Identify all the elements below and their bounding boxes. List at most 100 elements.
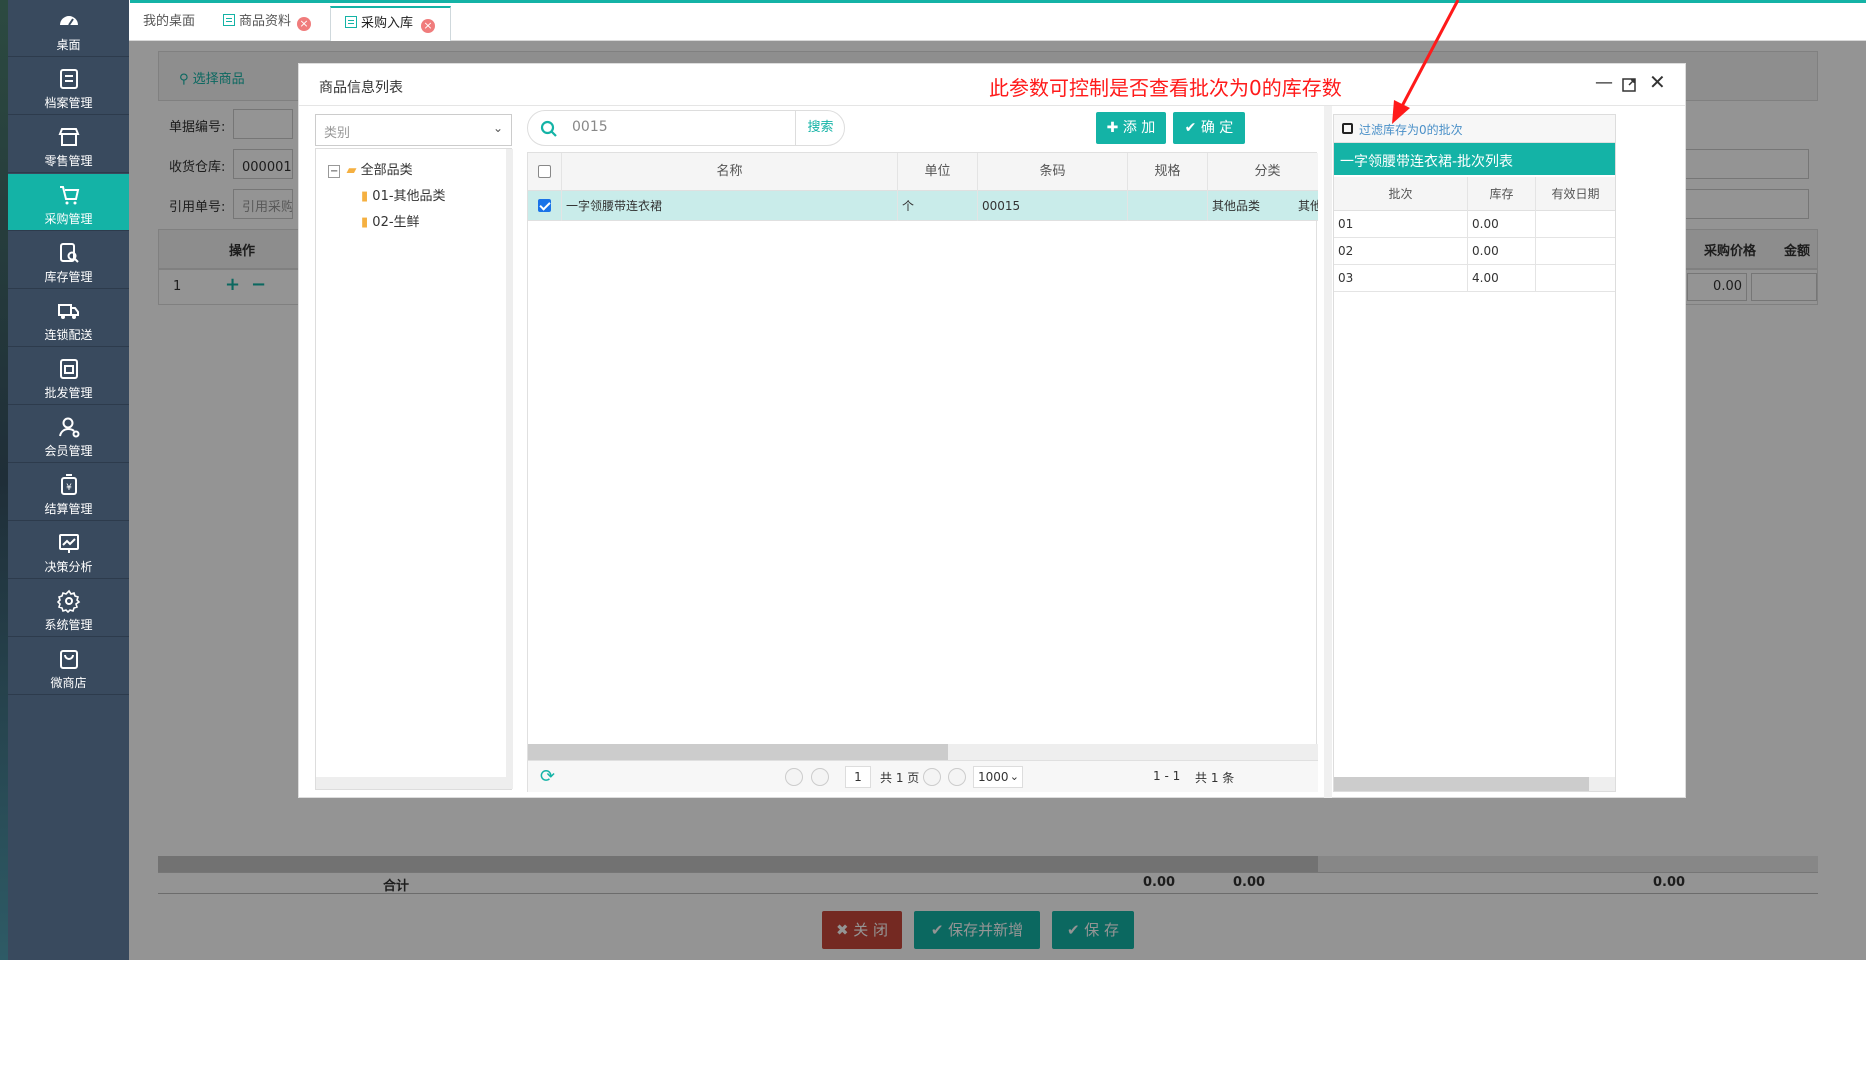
tab-goods-info[interactable]: 商品资料 × [209,6,321,42]
col-barcode[interactable]: 条码 [978,153,1128,191]
last-page-icon[interactable] [948,768,966,786]
row-checkbox-cell [528,191,562,221]
tree-node[interactable]: ▮ 02-生鲜 [361,211,420,230]
search-icon [540,120,557,137]
close-tab-icon[interactable]: × [297,17,311,31]
truck-icon [58,304,79,319]
sidebar-item-distribution[interactable]: 连锁配送 [8,290,129,347]
next-page-icon[interactable] [923,768,941,786]
store-icon [58,128,80,146]
page-input[interactable]: 1 [845,766,871,788]
sidebar-item-inventory[interactable]: 库存管理 [8,232,129,289]
sidebar-item-microshop[interactable]: 微商店 [8,638,129,695]
confirm-button-label: 确 定 [1200,120,1234,136]
filter-zero-checkbox[interactable] [1342,123,1353,134]
wholesale-icon [60,359,78,379]
col-batch[interactable]: 批次 [1334,177,1468,211]
refresh-icon[interactable]: ⟳ [540,766,555,787]
cell-unit: 个 [898,191,978,221]
batch-hscrollbar[interactable] [1334,777,1615,791]
batch-filter-bar: 过滤库存为0的批次 [1334,115,1615,143]
add-button[interactable]: ✚ 添 加 [1096,112,1166,144]
first-page-icon[interactable] [785,768,803,786]
sidebar-item-archive[interactable]: 档案管理 [8,58,129,115]
search-input[interactable]: 0015 [572,119,608,135]
panel-splitter[interactable] [1324,106,1332,798]
prev-page-icon[interactable] [811,768,829,786]
minimize-icon[interactable]: — [1595,72,1613,93]
chevron-down-icon: ⌄ [492,121,503,135]
tree-root-label: 全部品类 [360,163,413,178]
pager-range: 1 - 1 [1153,769,1181,783]
cell-stock: 0.00 [1468,238,1536,265]
category-tree: − ▰ 全部品类 ▮ 01-其他品类 ▮ 02-生鲜 [315,148,513,790]
tree-node[interactable]: ▮ 01-其他品类 [361,185,446,204]
page-bottom-blank [0,960,1866,1080]
search-box: 0015 搜索 [527,110,845,146]
category-placeholder: 类别 [324,126,351,141]
confirm-button[interactable]: ✔ 确 定 [1173,112,1245,144]
cell-batch: 01 [1334,211,1468,238]
table-row[interactable]: 一字领腰带连衣裙 个 00015 其他品类 其他 [528,191,1328,221]
sidebar-item-settlement[interactable]: ¥ 结算管理 [8,464,129,521]
chevron-down-icon: ⌄ [1009,770,1019,783]
tree-root[interactable]: − ▰ 全部品类 [328,159,413,178]
table-row[interactable]: 01 0.00 [1334,211,1615,238]
pager: ⟳ 1 共 1 页 1000 ⌄ 1 - 1 共 1 条 [528,760,1318,792]
sidebar-item-label: 零售管理 [44,154,93,168]
sidebar-item-system[interactable]: 系统管理 [8,580,129,637]
table-row[interactable]: 03 4.00 [1334,265,1615,292]
select-all-checkbox[interactable] [538,165,551,178]
scrollbar-thumb[interactable] [528,744,948,760]
file-icon: ▮ [361,189,369,204]
page-size-select[interactable]: 1000 ⌄ [973,766,1023,788]
col-category[interactable]: 分类 [1208,153,1328,191]
pager-total-items: 共 1 条 [1195,771,1235,785]
category-select[interactable]: 类别 ⌄ [315,114,512,146]
annotation-arrow-icon [1392,0,1460,124]
sidebar-item-label: 微商店 [50,676,87,690]
tree-hscrollbar[interactable] [316,777,506,789]
document-icon [223,14,235,26]
col-spec[interactable]: 规格 [1128,153,1208,191]
cell-expiry [1536,238,1615,265]
sidebar-item-purchase[interactable]: 采购管理 [8,174,129,231]
col-unit[interactable]: 单位 [898,153,978,191]
col-stock[interactable]: 库存 [1468,177,1536,211]
modal-title: 商品信息列表 [319,80,403,96]
sidebar-item-member[interactable]: 会员管理 [8,406,129,463]
col-name[interactable]: 名称 [562,153,898,191]
cart-icon [60,186,80,205]
add-button-label: 添 加 [1122,120,1156,136]
close-tab-icon[interactable]: × [421,19,435,33]
analysis-icon [59,534,79,553]
row-checkbox[interactable] [538,199,551,212]
grid-hscrollbar[interactable] [528,744,1318,760]
sidebar-item-desktop[interactable]: 桌面 [8,0,129,57]
tree-scrollbar[interactable] [506,149,513,789]
search-button[interactable]: 搜索 [795,111,845,145]
cell-batch: 02 [1334,238,1468,265]
sidebar-item-analysis[interactable]: 决策分析 [8,522,129,579]
scrollbar-thumb[interactable] [1334,777,1589,791]
close-modal-icon[interactable]: ✕ [1649,70,1666,94]
table-row[interactable]: 02 0.00 [1334,238,1615,265]
gear-icon [57,589,81,613]
tab-bar: 我的桌面 商品资料 × 采购入库 × [129,3,1866,42]
cell-stock: 4.00 [1468,265,1536,292]
cell-barcode: 00015 [978,191,1128,221]
document-icon [345,16,357,28]
inventory-icon [60,243,79,263]
tab-my-desktop[interactable]: 我的桌面 [129,6,209,42]
sidebar: 桌面 档案管理 零售管理 采购管理 库存管理 连锁配送 批发管理 会员管理 ¥ … [8,0,129,960]
sidebar-item-label: 桌面 [56,38,81,52]
shop-bag-icon [60,650,78,669]
col-expiry[interactable]: 有效日期 [1536,177,1615,211]
folder-open-icon: ▰ [346,163,357,178]
collapse-icon[interactable]: − [328,165,341,178]
tab-purchase-receipt[interactable]: 采购入库 × [330,6,451,42]
tab-label: 我的桌面 [143,14,196,29]
maximize-icon[interactable] [1621,77,1637,93]
sidebar-item-wholesale[interactable]: 批发管理 [8,348,129,405]
sidebar-item-retail[interactable]: 零售管理 [8,116,129,173]
